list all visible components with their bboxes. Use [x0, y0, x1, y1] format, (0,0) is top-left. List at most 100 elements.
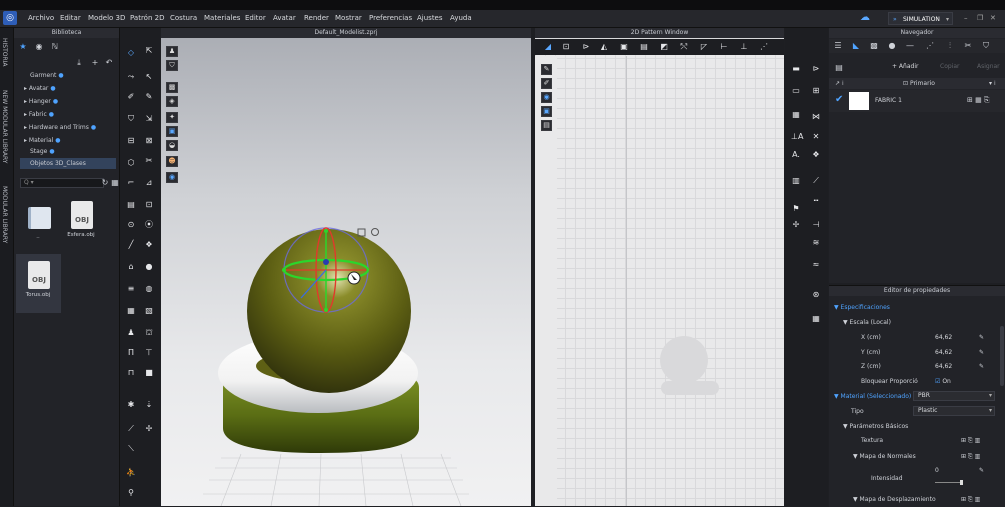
- pattern-mirror-icon[interactable]: ⋈: [811, 112, 821, 122]
- ruler-icon[interactable]: ⌐: [126, 178, 136, 188]
- tree-item-material[interactable]: ▸ Material ●: [24, 137, 61, 144]
- pattern-poly-icon[interactable]: ◭: [599, 42, 609, 52]
- hanger-icon[interactable]: ⌂: [126, 262, 136, 272]
- text-tool-icon[interactable]: ⊥A: [791, 132, 803, 142]
- shirt-icon[interactable]: ⛉: [126, 114, 136, 124]
- 2d-pattern-window[interactable]: 2D Pattern Window ◢ ⊡ ⊳ ◭ ▣ ▤ ◩ ⤲ ◸ ⊢ ⊥ …: [535, 28, 784, 506]
- text-style-icon[interactable]: A.: [791, 150, 801, 160]
- stretch-icon[interactable]: ⇲: [144, 114, 154, 124]
- pattern-rule-icon[interactable]: ⊣: [811, 220, 821, 230]
- pen-icon[interactable]: ⟍: [126, 444, 136, 454]
- arrow-icon[interactable]: ↖: [144, 72, 154, 82]
- pattern-zoom-icon[interactable]: ◉: [541, 92, 552, 103]
- needle-icon[interactable]: ⟋: [126, 424, 136, 434]
- pattern-cut-icon[interactable]: ⊳: [811, 64, 821, 74]
- dot-icon[interactable]: ●: [144, 262, 154, 272]
- normal-map-actions-icon[interactable]: ⊞ ⎘ ▥: [961, 450, 980, 463]
- folder-up[interactable]: ..: [22, 203, 54, 243]
- pattern-transform-icon[interactable]: ⊡: [561, 42, 571, 52]
- collection-icon[interactable]: ◉: [34, 42, 44, 52]
- pattern-select-icon[interactable]: ◢: [543, 42, 553, 52]
- download-icon[interactable]: ⤓: [74, 58, 84, 68]
- 3d-viewport[interactable]: Default_Modelist.zprj ♟ ⛉ ▩ ◈ ✦ ▣ ◒ ☻ ◉: [161, 28, 531, 506]
- simulation-dropdown[interactable]: » SIMULATION ▾: [888, 12, 953, 25]
- star-icon[interactable]: ★: [18, 42, 28, 52]
- fold-icon[interactable]: ⤳: [126, 72, 136, 82]
- pattern-sew2-icon[interactable]: ⊞: [811, 86, 821, 96]
- material-select[interactable]: PBR ▾: [913, 391, 995, 401]
- list-icon[interactable]: ☰: [833, 41, 843, 51]
- pattern-tool-icon[interactable]: ▧: [144, 306, 154, 316]
- intensity-slider-handle[interactable]: [960, 480, 963, 485]
- paste-button[interactable]: Asignar: [977, 63, 1000, 70]
- menu-archivo[interactable]: Archivo: [28, 14, 54, 22]
- pattern-wave2-icon[interactable]: ≈: [811, 260, 821, 270]
- pattern-dart-icon[interactable]: ◩: [659, 42, 669, 52]
- add-button[interactable]: + Añadir: [892, 63, 918, 70]
- menu-modelo-3d[interactable]: Modelo 3D: [88, 14, 125, 22]
- file-esfera[interactable]: OBJ Esfera.obj: [65, 201, 97, 241]
- displacement-actions-icon[interactable]: ⊞ ⎘ ▥: [961, 493, 980, 506]
- type-select[interactable]: Plastic ▾: [913, 406, 995, 416]
- garment-icon[interactable]: ⚲: [126, 488, 136, 498]
- menu-patron-2d[interactable]: Patrón 2D: [130, 14, 164, 22]
- edit-x-icon[interactable]: ✎: [979, 331, 984, 344]
- pattern-seam-icon[interactable]: ⊢: [719, 42, 729, 52]
- pattern-layer-icon[interactable]: ▤: [541, 120, 552, 131]
- tree-item-avatar[interactable]: ▸ Avatar ●: [24, 85, 56, 92]
- pattern-grid2-icon[interactable]: ▥: [791, 176, 801, 186]
- measure-icon[interactable]: ⊿: [144, 178, 154, 188]
- app-logo-icon[interactable]: ◎: [3, 11, 17, 25]
- pattern-trim-icon[interactable]: ⋰: [759, 42, 769, 52]
- fabric-tab-icon[interactable]: ◣: [851, 41, 861, 51]
- pattern-wave-icon[interactable]: ≋: [811, 238, 821, 248]
- zip-icon[interactable]: ⦿: [144, 220, 154, 230]
- tab-new-modular-library[interactable]: NEW MODULAR LIBRARY: [1, 90, 8, 163]
- x-value[interactable]: 64,62: [935, 331, 952, 344]
- fit-icon[interactable]: ⊡: [144, 200, 154, 210]
- tree-item-objetos[interactable]: Objetos 3D_Clases: [30, 160, 86, 167]
- square-icon[interactable]: ■: [144, 368, 154, 378]
- pin-icon[interactable]: ✐: [126, 92, 136, 102]
- refresh-icon[interactable]: ↻: [100, 178, 110, 188]
- segment-icon[interactable]: ⊟: [126, 136, 136, 146]
- button-tab-icon[interactable]: ●: [887, 41, 897, 51]
- pattern-pen-icon[interactable]: ✎: [541, 64, 552, 75]
- library-search[interactable]: Q ▾: [20, 178, 104, 188]
- menu-preferencias[interactable]: Preferencias: [369, 14, 412, 22]
- back-icon[interactable]: ↶: [104, 58, 114, 68]
- menu-mostrar[interactable]: Mostrar: [335, 14, 362, 22]
- row-normal-map[interactable]: ▼ Mapa de Normales ⊞ ⎘ ▥: [829, 450, 999, 463]
- z-value[interactable]: 64,62: [935, 360, 952, 373]
- copy-button[interactable]: Copiar: [940, 63, 959, 70]
- 3d-scene[interactable]: [161, 28, 531, 506]
- pattern-stamp-icon[interactable]: ⊛: [811, 290, 821, 300]
- crosshair-icon[interactable]: ✢: [144, 424, 154, 434]
- brush-icon[interactable]: ✎: [144, 92, 154, 102]
- lock-toggle[interactable]: ☑ On: [935, 375, 951, 388]
- sew-icon[interactable]: ⊠: [144, 136, 154, 146]
- cut-icon[interactable]: ✂: [144, 156, 154, 166]
- pattern-fill-icon[interactable]: ▬: [791, 64, 801, 74]
- sphere-tool-icon[interactable]: ◍: [144, 284, 154, 294]
- edit-z-icon[interactable]: ✎: [979, 360, 984, 373]
- tag-icon[interactable]: ℕ: [50, 42, 60, 52]
- edit-y-icon[interactable]: ✎: [979, 346, 984, 359]
- props-scrollbar[interactable]: [1000, 326, 1004, 386]
- edit-intensity-icon[interactable]: ✎: [979, 464, 984, 477]
- menu-materiales[interactable]: Materiales: [204, 14, 240, 22]
- pants-icon[interactable]: Π: [126, 348, 136, 358]
- pattern-diag-icon[interactable]: ⟋: [811, 176, 821, 186]
- add-icon[interactable]: +: [90, 58, 100, 68]
- avatar-tool-icon[interactable]: ⛹: [126, 468, 136, 478]
- stack-icon[interactable]: ≡: [126, 284, 136, 294]
- pattern-edit-icon[interactable]: ⊳: [581, 42, 591, 52]
- file-torus[interactable]: OBJ Torus.obj: [22, 261, 54, 301]
- fabric-row-actions-icon[interactable]: ⊞ ▦ ⎘: [967, 96, 990, 105]
- zipper-tab-icon[interactable]: ⫶: [945, 41, 955, 51]
- pattern-brush-icon[interactable]: ✐: [541, 78, 552, 89]
- pattern-knot-icon[interactable]: ❖: [811, 150, 821, 160]
- pattern-notch-icon[interactable]: ⊥: [739, 42, 749, 52]
- pattern-seg-icon[interactable]: ▦: [791, 110, 801, 120]
- row-basic-params[interactable]: ▼ Parámetros Básicos: [829, 420, 999, 433]
